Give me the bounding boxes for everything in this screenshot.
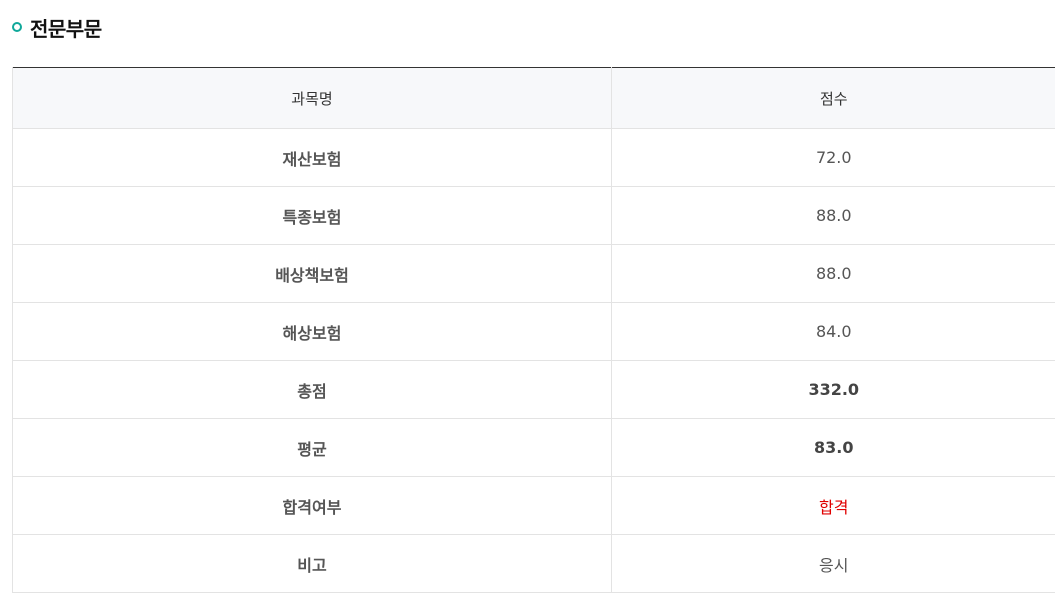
remarks-label-cell: 비고 <box>12 534 612 593</box>
pass-status-cell: 합격 <box>611 476 1055 535</box>
total-score-cell: 332.0 <box>611 360 1055 419</box>
table-row: 특종보험 88.0 <box>12 186 1055 245</box>
score-table: 과목명 점수 재산보험 72.0 특종보험 88.0 배상책보험 88.0 해상… <box>12 67 1055 593</box>
total-label-cell: 총점 <box>12 360 612 419</box>
score-cell: 88.0 <box>611 186 1055 245</box>
score-cell: 88.0 <box>611 244 1055 303</box>
subject-column-header: 과목명 <box>12 67 612 129</box>
table-row-total: 총점 332.0 <box>12 360 1055 419</box>
score-column-header: 점수 <box>611 67 1055 129</box>
table-row: 배상책보험 88.0 <box>12 244 1055 303</box>
table-header-row: 과목명 점수 <box>12 67 1055 129</box>
table-row: 재산보험 72.0 <box>12 128 1055 187</box>
remarks-cell: 응시 <box>611 534 1055 593</box>
section-header: 전문부문 <box>12 12 102 42</box>
score-cell: 72.0 <box>611 128 1055 187</box>
average-score-cell: 83.0 <box>611 418 1055 477</box>
average-label-cell: 평균 <box>12 418 612 477</box>
subject-cell: 해상보험 <box>12 302 612 361</box>
pass-status-label-cell: 합격여부 <box>12 476 612 535</box>
subject-cell: 특종보험 <box>12 186 612 245</box>
subject-cell: 배상책보험 <box>12 244 612 303</box>
table-row-remarks: 비고 응시 <box>12 534 1055 593</box>
table-row-pass-status: 합격여부 합격 <box>12 476 1055 535</box>
subject-cell: 재산보험 <box>12 128 612 187</box>
table-row: 해상보험 84.0 <box>12 302 1055 361</box>
section-title: 전문부문 <box>30 16 102 41</box>
table-row-average: 평균 83.0 <box>12 418 1055 477</box>
score-cell: 84.0 <box>611 302 1055 361</box>
circle-bullet-icon <box>12 22 22 32</box>
